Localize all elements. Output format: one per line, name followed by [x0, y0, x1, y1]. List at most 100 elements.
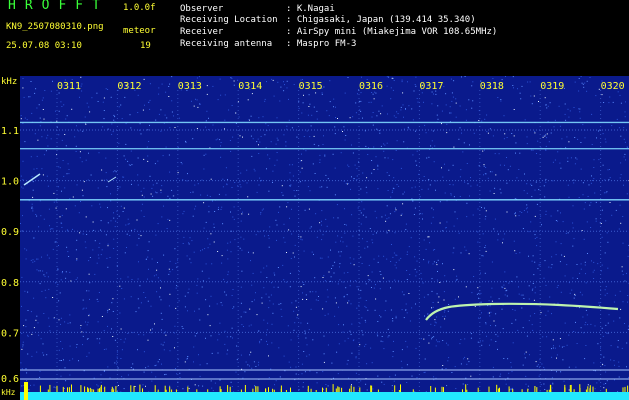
noise-pixel [533, 95, 535, 97]
noise-pixel [503, 115, 505, 117]
noise-pixel [151, 371, 153, 373]
noise-pixel [155, 234, 157, 236]
noise-pixel [529, 354, 530, 356]
noise-pixel [459, 196, 461, 197]
noise-pixel [276, 117, 278, 119]
noise-pixel [371, 287, 372, 288]
noise-pixel [518, 169, 520, 170]
noise-pixel [177, 146, 179, 148]
noise-pixel [321, 239, 323, 241]
noise-pixel [595, 201, 597, 203]
noise-pixel [221, 206, 223, 208]
noise-pixel [291, 233, 293, 235]
noise-pixel [263, 267, 265, 269]
noise-pixel [212, 85, 214, 87]
noise-pixel [168, 268, 170, 270]
noise-pixel [459, 127, 461, 129]
noise-pixel [435, 93, 437, 95]
noise-pixel [25, 368, 27, 370]
noise-pixel [352, 152, 354, 154]
noise-pixel [52, 297, 54, 298]
noise-pixel [282, 194, 284, 196]
noise-pixel [514, 213, 516, 215]
signal-spike [335, 388, 337, 392]
noise-pixel [430, 222, 432, 224]
noise-pixel [436, 264, 438, 266]
noise-pixel [392, 256, 394, 258]
noise-pixel [53, 201, 55, 203]
noise-pixel [622, 216, 624, 217]
noise-pixel [178, 117, 180, 119]
signal-spike [398, 390, 400, 392]
noise-pixel [275, 143, 277, 145]
signal-spike [430, 386, 432, 392]
noise-pixel [261, 297, 263, 299]
signal-spike [548, 389, 550, 392]
noise-pixel [556, 286, 558, 288]
noise-pixel [160, 189, 162, 191]
noise-pixel [279, 376, 281, 378]
noise-pixel [379, 315, 380, 316]
noise-pixel [455, 279, 457, 281]
noise-pixel [271, 78, 273, 80]
noise-pixel [398, 185, 400, 187]
noise-pixel [147, 160, 149, 162]
noise-pixel [67, 322, 69, 324]
signal-spike-peak [24, 382, 28, 400]
noise-pixel [593, 269, 595, 271]
noise-pixel [362, 117, 363, 119]
noise-pixel [157, 262, 158, 263]
noise-pixel [123, 388, 125, 390]
noise-pixel [623, 138, 625, 140]
noise-pixel [358, 352, 360, 354]
noise-pixel [55, 110, 56, 112]
noise-pixel [377, 188, 379, 190]
noise-pixel [492, 376, 494, 378]
noise-pixel [434, 249, 436, 250]
noise-pixel [45, 297, 47, 299]
filename-label: KN9_2507080310.png [6, 22, 104, 32]
noise-pixel [465, 286, 467, 288]
noise-pixel [208, 129, 210, 131]
noise-pixel [363, 208, 365, 210]
noise-pixel [169, 219, 171, 221]
noise-pixel [193, 361, 194, 363]
noise-pixel [46, 354, 48, 356]
noise-pixel [129, 164, 131, 166]
noise-pixel [556, 220, 558, 222]
noise-pixel [491, 171, 493, 173]
noise-pixel [542, 136, 544, 138]
noise-pixel [450, 193, 452, 195]
signal-spike [499, 387, 500, 392]
noise-pixel [198, 76, 200, 78]
noise-pixel [117, 367, 119, 369]
noise-pixel [560, 167, 562, 169]
noise-pixel [487, 312, 489, 314]
noise-pixel [160, 287, 161, 289]
noise-pixel [506, 182, 508, 184]
noise-pixel [293, 329, 295, 331]
noise-pixel [390, 98, 392, 100]
noise-pixel [365, 307, 367, 308]
noise-pixel [315, 291, 317, 293]
noise-pixel [361, 76, 362, 78]
noise-pixel [121, 118, 123, 120]
noise-pixel [431, 207, 433, 209]
noise-pixel [302, 298, 304, 300]
noise-pixel [108, 308, 110, 310]
noise-pixel [215, 139, 217, 141]
noise-pixel [39, 376, 41, 378]
noise-pixel [468, 253, 470, 255]
noise-pixel [377, 335, 379, 337]
noise-pixel [580, 268, 582, 270]
noise-pixel [262, 208, 264, 210]
noise-pixel [264, 235, 265, 237]
noise-pixel [360, 223, 362, 225]
noise-pixel [226, 183, 228, 185]
noise-pixel [394, 279, 396, 281]
noise-pixel [96, 384, 98, 386]
noise-pixel [424, 124, 426, 126]
noise-pixel [127, 332, 129, 334]
noise-pixel [86, 102, 88, 104]
noise-pixel [416, 260, 418, 262]
